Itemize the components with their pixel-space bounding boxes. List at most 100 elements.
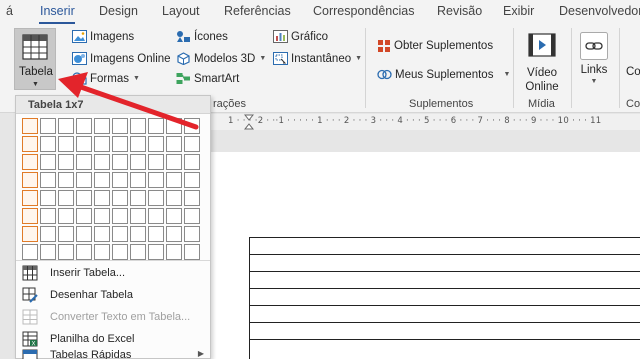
- table-grid-cell[interactable]: [166, 136, 182, 152]
- smartart-button[interactable]: SmartArt: [176, 72, 239, 85]
- table-grid-cell[interactable]: [94, 136, 110, 152]
- table-grid-cell[interactable]: [40, 154, 56, 170]
- table-grid-cell[interactable]: [40, 190, 56, 206]
- tab-revisao[interactable]: Revisão: [437, 4, 482, 18]
- table-grid-cell[interactable]: [58, 136, 74, 152]
- table-grid-cell[interactable]: [22, 118, 38, 134]
- table-grid-cell[interactable]: [58, 172, 74, 188]
- menu-item-inserir-tabela[interactable]: Inserir Tabela...: [20, 262, 208, 283]
- table-grid-cell[interactable]: [184, 136, 200, 152]
- table-grid-cell[interactable]: [148, 154, 164, 170]
- table-grid-cell[interactable]: [166, 118, 182, 134]
- table-grid-cell[interactable]: [166, 244, 182, 260]
- tab-correspondencias[interactable]: Correspondências: [313, 4, 414, 18]
- tab-cut[interactable]: á: [6, 4, 13, 18]
- table-grid-cell[interactable]: [148, 118, 164, 134]
- table-grid-cell[interactable]: [184, 190, 200, 206]
- table-grid-cell[interactable]: [148, 172, 164, 188]
- table-grid-cell[interactable]: [184, 208, 200, 224]
- table-grid-cell[interactable]: [148, 244, 164, 260]
- modelos-3d-button[interactable]: Modelos 3D ▼: [176, 52, 266, 65]
- table-grid-cell[interactable]: [130, 208, 146, 224]
- table-grid-cell[interactable]: [94, 226, 110, 242]
- tab-exibir[interactable]: Exibir: [503, 4, 534, 18]
- table-grid-cell[interactable]: [40, 136, 56, 152]
- table-grid-cell[interactable]: [166, 154, 182, 170]
- meus-suplementos-button[interactable]: Meus Suplementos ▼: [377, 68, 510, 81]
- table-grid-cell[interactable]: [184, 172, 200, 188]
- table-grid-cell[interactable]: [58, 118, 74, 134]
- table-grid-cell[interactable]: [130, 154, 146, 170]
- table-grid-cell[interactable]: [166, 190, 182, 206]
- table-grid-cell[interactable]: [184, 154, 200, 170]
- table-grid-cell[interactable]: [94, 172, 110, 188]
- table-grid-cell[interactable]: [22, 172, 38, 188]
- tab-desenvolvedor[interactable]: Desenvolvedor: [559, 4, 640, 18]
- table-grid-cell[interactable]: [94, 244, 110, 260]
- table-grid-cell[interactable]: [40, 226, 56, 242]
- table-grid-cell[interactable]: [58, 154, 74, 170]
- tab-design[interactable]: Design: [99, 4, 138, 18]
- table-grid-cell[interactable]: [76, 244, 92, 260]
- table-grid-cell[interactable]: [166, 226, 182, 242]
- table-grid-cell[interactable]: [184, 244, 200, 260]
- horizontal-ruler[interactable]: 1 · · · ·2 · ··1 · · · · · 1 · · · 2 · ·…: [210, 114, 640, 130]
- table-grid-cell[interactable]: [22, 136, 38, 152]
- table-grid-cell[interactable]: [130, 136, 146, 152]
- instantaneo-button[interactable]: Instantâneo ▼: [273, 52, 362, 65]
- icones-button[interactable]: Ícones: [176, 30, 228, 43]
- table-grid-cell[interactable]: [76, 172, 92, 188]
- table-grid-cell[interactable]: [76, 118, 92, 134]
- links-button[interactable]: Links ▼: [577, 28, 611, 88]
- menu-item-converter-texto[interactable]: Converter Texto em Tabela...: [20, 306, 208, 327]
- imagens-online-button[interactable]: Imagens Online: [72, 52, 171, 65]
- table-grid-cell[interactable]: [58, 190, 74, 206]
- tab-referencias[interactable]: Referências: [224, 4, 291, 18]
- table-grid-cell[interactable]: [76, 136, 92, 152]
- table-grid-cell[interactable]: [22, 244, 38, 260]
- table-grid-cell[interactable]: [40, 172, 56, 188]
- table-grid-cell[interactable]: [58, 208, 74, 224]
- table-grid-cell[interactable]: [112, 136, 128, 152]
- table-grid-cell[interactable]: [148, 208, 164, 224]
- table-grid-cell[interactable]: [130, 244, 146, 260]
- table-grid-cell[interactable]: [22, 226, 38, 242]
- table-grid-cell[interactable]: [184, 226, 200, 242]
- table-grid-cell[interactable]: [22, 208, 38, 224]
- menu-item-planilha-excel[interactable]: X Planilha do Excel: [20, 328, 208, 349]
- grafico-button[interactable]: Gráfico: [273, 30, 328, 43]
- table-grid-cell[interactable]: [166, 172, 182, 188]
- table-grid-cell[interactable]: [112, 226, 128, 242]
- table-grid-cell[interactable]: [112, 190, 128, 206]
- table-grid-cell[interactable]: [112, 154, 128, 170]
- table-grid-cell[interactable]: [94, 190, 110, 206]
- table-grid-cell[interactable]: [58, 226, 74, 242]
- table-size-grid[interactable]: [22, 118, 200, 260]
- table-grid-cell[interactable]: [130, 118, 146, 134]
- formas-button[interactable]: Formas ▼: [72, 72, 140, 85]
- table-grid-cell[interactable]: [76, 190, 92, 206]
- table-grid-cell[interactable]: [112, 172, 128, 188]
- imagens-button[interactable]: Imagens: [72, 30, 134, 43]
- table-grid-cell[interactable]: [112, 118, 128, 134]
- table-grid-cell[interactable]: [148, 226, 164, 242]
- table-grid-cell[interactable]: [112, 244, 128, 260]
- menu-item-desenhar-tabela[interactable]: Desenhar Tabela: [20, 284, 208, 305]
- table-grid-cell[interactable]: [130, 226, 146, 242]
- table-grid-cell[interactable]: [184, 118, 200, 134]
- tab-layout[interactable]: Layout: [162, 4, 200, 18]
- tab-inserir[interactable]: Inserir: [40, 4, 75, 18]
- video-online-button[interactable]: Vídeo Online: [520, 28, 564, 94]
- table-grid-cell[interactable]: [58, 244, 74, 260]
- table-grid-cell[interactable]: [94, 118, 110, 134]
- table-grid-cell[interactable]: [94, 208, 110, 224]
- table-grid-cell[interactable]: [166, 208, 182, 224]
- menu-item-tabelas-rapidas[interactable]: Tabelas Rápidas ▶: [20, 349, 208, 359]
- table-grid-cell[interactable]: [130, 190, 146, 206]
- table-grid-cell[interactable]: [76, 226, 92, 242]
- table-grid-cell[interactable]: [94, 154, 110, 170]
- table-grid-cell[interactable]: [22, 154, 38, 170]
- table-grid-cell[interactable]: [148, 136, 164, 152]
- document-table-preview[interactable]: [249, 237, 640, 359]
- table-grid-cell[interactable]: [76, 154, 92, 170]
